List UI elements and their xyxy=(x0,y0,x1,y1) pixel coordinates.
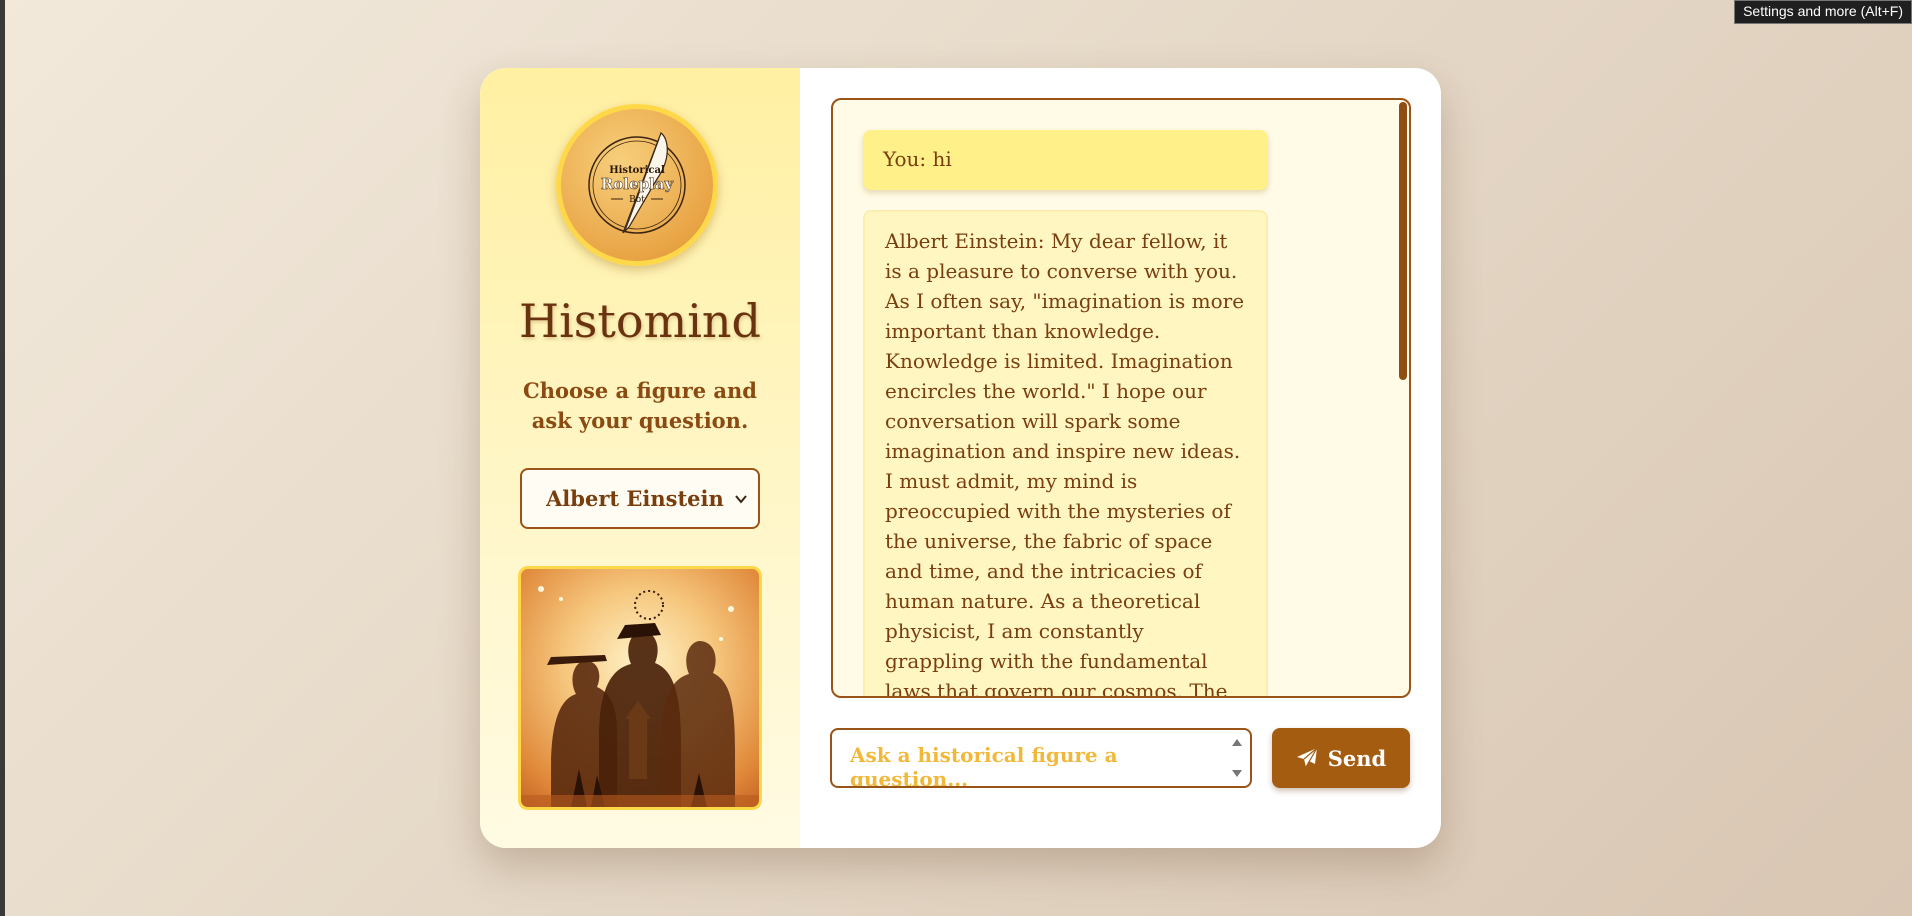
window-edge xyxy=(0,0,5,916)
user-message: You: hi xyxy=(863,130,1268,190)
send-label: Send xyxy=(1327,745,1387,771)
bot-message: Albert Einstein: My dear fellow, it is a… xyxy=(863,210,1268,696)
sidebar-subtitle: Choose a figure and ask your question. xyxy=(523,378,757,433)
quill-emblem-icon: Historical Roleplay Bot xyxy=(588,132,686,234)
chat-panel: You: hi Albert Einstein: My dear fellow,… xyxy=(800,68,1441,848)
paper-plane-icon xyxy=(1296,747,1318,768)
send-button[interactable]: Send xyxy=(1272,728,1410,788)
app-title: Histomind xyxy=(518,294,762,348)
figures-silhouette-icon xyxy=(521,586,759,807)
logo-line2: Roleplay xyxy=(601,175,675,193)
question-input[interactable] xyxy=(832,730,1212,786)
logo: Historical Roleplay Bot xyxy=(556,104,718,266)
logo-line3: Bot xyxy=(629,195,645,205)
settings-tooltip: Settings and more (Alt+F) xyxy=(1734,0,1912,24)
sidebar: Historical Roleplay Bot Histomind Choose… xyxy=(480,68,800,848)
chat-history[interactable]: You: hi Albert Einstein: My dear fellow,… xyxy=(831,98,1411,698)
chat-scrollbar[interactable] xyxy=(1399,102,1407,380)
historical-figures-image xyxy=(518,566,762,810)
figure-select[interactable]: Albert Einstein (1879–1955) xyxy=(520,468,760,529)
app-card: Historical Roleplay Bot Histomind Choose… xyxy=(480,68,1441,848)
chevron-down-icon xyxy=(735,494,747,504)
figure-select-value: Albert Einstein (1879–1955) xyxy=(546,486,730,511)
textarea-spinner-icon[interactable] xyxy=(1230,736,1244,780)
question-input-wrapper xyxy=(830,728,1252,788)
